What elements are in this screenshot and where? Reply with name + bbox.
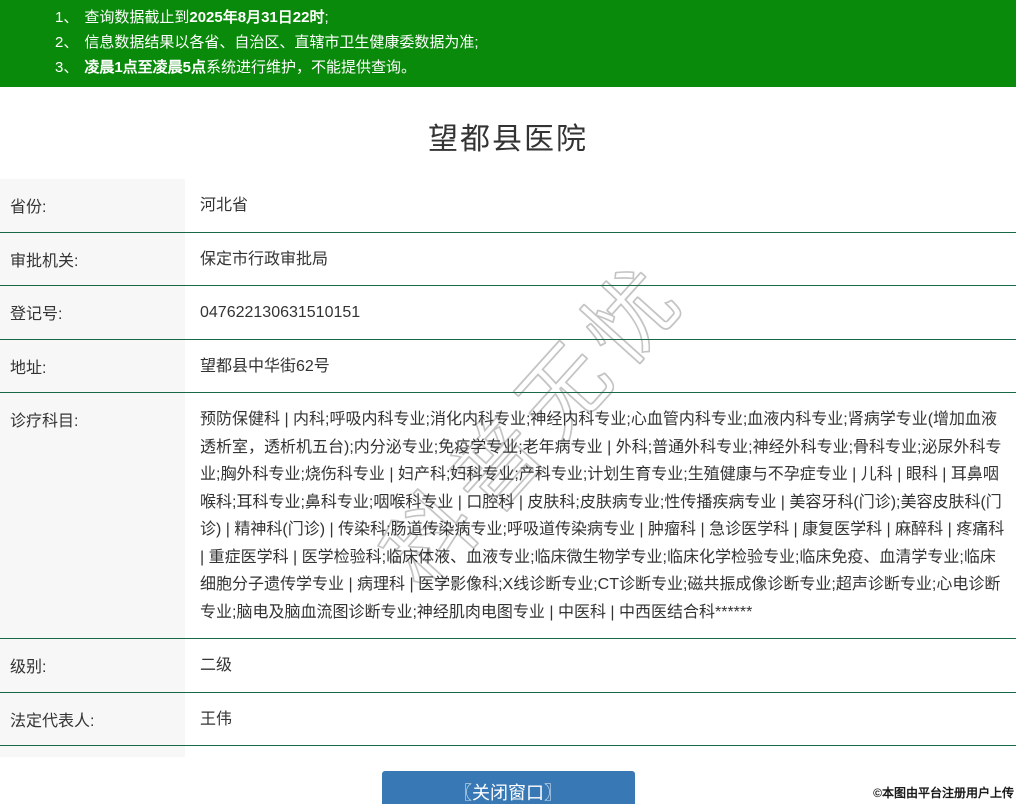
hospital-info-table: 省份: 河北省 审批机关: 保定市行政审批局 登记号: 047622130631…	[0, 179, 1016, 800]
upload-credit-watermark: ©本图由平台注册用户上传	[873, 784, 1014, 801]
notice-number: 3、	[55, 59, 78, 76]
field-value: 预防保健科 | 内科;呼吸内科专业;消化内科专业;神经内科专业;心血管内科专业;…	[185, 393, 1016, 638]
notice-line-3: 3、凌晨1点至凌晨5点系统进行维护，不能提供查询。	[55, 55, 996, 80]
table-row-approval-authority: 审批机关: 保定市行政审批局	[0, 233, 1016, 287]
field-label: 级别:	[0, 639, 185, 692]
notice-number: 1、	[55, 9, 78, 26]
table-row-legal-representative: 法定代表人: 王伟	[0, 693, 1016, 747]
close-window-button[interactable]: 〖关闭窗口〗	[382, 771, 635, 804]
page-title: 望都县医院	[0, 122, 1016, 158]
field-value: 047622130631510151	[185, 286, 1016, 339]
field-label: 地址:	[0, 340, 185, 393]
field-value: 河北省	[185, 179, 1016, 232]
table-row-address: 地址: 望都县中华街62号	[0, 340, 1016, 394]
field-value: 望都县中华街62号	[185, 340, 1016, 393]
field-label: 省份:	[0, 179, 185, 232]
field-value: 二级	[185, 639, 1016, 692]
notice-bold-text: 2025年8月31日22时	[189, 9, 324, 26]
notice-line-2: 2、信息数据结果以各省、自治区、直辖市卫生健康委数据为准;	[55, 30, 996, 55]
notice-text: 信息数据结果以各省、自治区、直辖市卫生健康委数据为准;	[84, 34, 478, 51]
table-row-medical-departments: 诊疗科目: 预防保健科 | 内科;呼吸内科专业;消化内科专业;神经内科专业;心血…	[0, 393, 1016, 639]
notice-text: 系统进行维护，不能提供查询。	[206, 59, 416, 76]
footer-bar: 〖关闭窗口〗 ©本图由平台注册用户上传	[0, 757, 1016, 804]
notice-text: 查询数据截止到	[84, 9, 189, 26]
table-row-province: 省份: 河北省	[0, 179, 1016, 233]
notice-line-1: 1、查询数据截止到2025年8月31日22时;	[55, 5, 996, 30]
field-label: 登记号:	[0, 286, 185, 339]
notice-number: 2、	[55, 34, 78, 51]
field-label: 法定代表人:	[0, 693, 185, 746]
field-value: 王伟	[185, 693, 1016, 746]
notice-bold-text: 凌晨1点至凌晨5点	[84, 59, 206, 76]
field-label: 审批机关:	[0, 233, 185, 286]
hospital-detail-page: 1、查询数据截止到2025年8月31日22时; 2、信息数据结果以各省、自治区、…	[0, 0, 1016, 804]
notice-text: ;	[324, 9, 328, 26]
table-row-registration-number: 登记号: 047622130631510151	[0, 286, 1016, 340]
table-row-level: 级别: 二级	[0, 639, 1016, 693]
field-value: 保定市行政审批局	[185, 233, 1016, 286]
notice-banner: 1、查询数据截止到2025年8月31日22时; 2、信息数据结果以各省、自治区、…	[0, 0, 1016, 87]
field-label: 诊疗科目:	[0, 393, 185, 638]
